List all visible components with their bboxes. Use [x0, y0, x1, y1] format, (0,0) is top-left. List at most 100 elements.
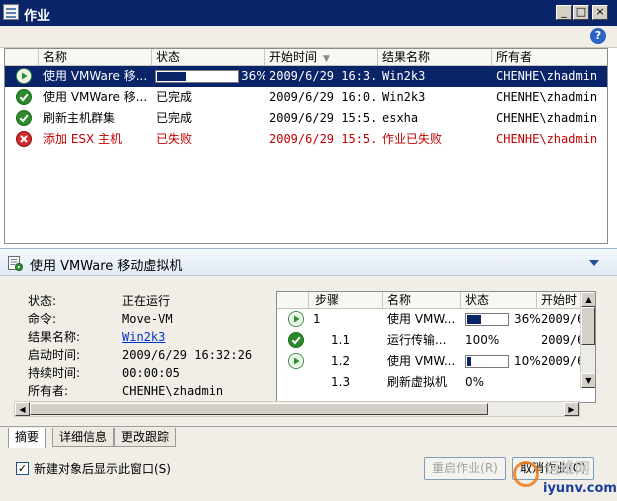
field-value-result-name-link[interactable]: Win2k3: [122, 328, 165, 346]
detail-header: 使用 VMWare 移动虚拟机: [0, 248, 617, 276]
step-number: 1.3: [331, 375, 351, 389]
column-header-status[interactable]: 状态: [152, 49, 265, 66]
show-window-checkbox[interactable]: ✓: [16, 462, 29, 475]
step-row[interactable]: 1 使用 VMW... 36% 2009/6,: [277, 309, 581, 330]
restart-job-button[interactable]: 重启作业(R): [424, 457, 506, 480]
toolbar-band: [0, 26, 617, 48]
step-number: 1.2: [331, 354, 351, 368]
field-value-start-time: 2009/6/29 16:32:26: [122, 348, 253, 362]
scroll-right-arrow-icon[interactable]: ▶: [564, 402, 579, 416]
job-result-name: esxha: [382, 111, 419, 125]
steps-header-start[interactable]: 开始时: [537, 292, 581, 309]
step-progress-bar: [465, 355, 509, 368]
horizontal-scrollbar[interactable]: ◀ ▶: [14, 401, 580, 417]
job-progress-bar: [155, 70, 239, 83]
job-result-name: Win2k3: [382, 69, 426, 83]
help-icon[interactable]: ?: [590, 28, 606, 44]
job-name: 使用 VMWare 移...: [43, 69, 148, 83]
step-name: 使用 VMW...: [387, 312, 456, 326]
watermark-logo-icon: [513, 461, 539, 487]
step-progress-bar: [465, 313, 509, 326]
field-value-command: Move-VM: [122, 312, 173, 326]
scroll-up-arrow-icon[interactable]: ▲: [581, 292, 595, 307]
step-row[interactable]: 1.1 运行传输... 100% 2009/6,: [277, 330, 581, 351]
job-start-time: 2009/6/29 16:0...: [269, 90, 378, 104]
field-value-owner: CHENHE\zhadmin: [122, 384, 224, 398]
step-name: 运行传输...: [387, 333, 447, 347]
job-start-time: 2009/6/29 15:5...: [269, 111, 378, 125]
minimize-button[interactable]: _: [556, 5, 572, 20]
step-number: 1.1: [331, 333, 351, 347]
success-check-icon: [16, 89, 32, 105]
field-label-owner: 所有者:: [28, 384, 69, 398]
job-row[interactable]: 使用 VMWare 移... 已完成 2009/6/29 16:0... Win…: [5, 87, 607, 108]
job-status: 已完成: [156, 111, 193, 125]
close-button[interactable]: ×: [592, 5, 608, 20]
step-status: 100%: [465, 333, 500, 347]
scroll-left-arrow-icon[interactable]: ◀: [15, 402, 30, 416]
error-x-icon: [16, 131, 32, 147]
step-row[interactable]: 1.3 刷新虚拟机 0%: [277, 372, 581, 393]
steps-header-icon[interactable]: [277, 292, 309, 309]
watermark-text-url: iyunv.com: [543, 481, 617, 496]
maximize-button[interactable]: □: [573, 5, 589, 20]
job-row[interactable]: 添加 ESX 主机 已失败 2009/6/29 15:5... 作业已失败 CH…: [5, 129, 607, 150]
collapse-chevron-icon[interactable]: [589, 260, 599, 266]
column-header-start-time-label: 开始时间: [269, 50, 318, 64]
field-value-status: 正在运行: [122, 294, 171, 308]
column-header-owner[interactable]: 所有者: [492, 49, 607, 66]
watermark-text-cn: 运维网: [545, 459, 591, 477]
job-start-time: 2009/6/29 16:3...: [269, 69, 378, 83]
tab-details[interactable]: 详细信息: [52, 428, 115, 447]
job-owner: CHENHE\zhadmin: [496, 90, 598, 104]
job-result-name: Win2k3: [382, 90, 426, 104]
step-start: 2009/6,: [541, 333, 581, 347]
step-status: 10%: [514, 354, 541, 368]
job-name: 刷新主机群集: [43, 111, 116, 125]
job-row[interactable]: 使用 VMWare 移... 36% 2009/6/29 16:3... Win…: [5, 66, 607, 87]
job-owner: CHENHE\zhadmin: [496, 69, 598, 83]
column-header-result-name[interactable]: 结果名称: [378, 49, 492, 66]
field-value-duration: 00:00:05: [122, 366, 180, 380]
column-header-icon[interactable]: [5, 49, 39, 66]
step-name: 刷新虚拟机: [387, 375, 448, 389]
steps-scroll-thumb[interactable]: [581, 307, 595, 345]
job-list: 名称 状态 开始时间 ▼ 结果名称 所有者 使用 VMWare 移... 36% …: [4, 48, 608, 244]
column-header-start-time[interactable]: 开始时间 ▼: [265, 49, 378, 66]
running-icon: [288, 353, 304, 369]
job-owner: CHENHE\zhadmin: [496, 111, 598, 125]
scroll-down-arrow-icon[interactable]: ▼: [581, 373, 595, 388]
step-name: 使用 VMW...: [387, 354, 456, 368]
step-status: 36%: [514, 312, 541, 326]
steps-header-name[interactable]: 名称: [383, 292, 461, 309]
job-result-name: 作业已失败: [382, 132, 443, 146]
step-row[interactable]: 1.2 使用 VMW... 10% 2009/6,: [277, 351, 581, 372]
detail-title: 使用 VMWare 移动虚拟机: [30, 259, 183, 274]
field-label-result-name: 结果名称:: [28, 330, 81, 344]
job-name: 添加 ESX 主机: [43, 132, 123, 146]
field-label-duration: 持续时间:: [28, 366, 81, 380]
step-progress-fill: [467, 315, 481, 324]
tab-change-tracking[interactable]: 更改跟踪: [114, 428, 177, 447]
steps-header-step[interactable]: 步骤: [309, 292, 383, 309]
job-row[interactable]: 刷新主机群集 已完成 2009/6/29 15:5... esxha CHENH…: [5, 108, 607, 129]
job-status: 已失败: [156, 132, 193, 146]
field-label-command: 命令:: [28, 312, 57, 326]
job-start-time: 2009/6/29 15:5...: [269, 132, 378, 146]
job-properties-icon: [7, 255, 23, 271]
watermark: 运维网 iyunv.com: [505, 455, 617, 501]
job-owner: CHENHE\zhadmin: [496, 132, 598, 146]
steps-vertical-scrollbar[interactable]: ▲ ▼: [580, 292, 595, 388]
job-progress-fill: [157, 72, 186, 81]
detail-tabs: 摘要 详细信息 更改跟踪: [0, 426, 617, 449]
tab-summary[interactable]: 摘要: [8, 428, 47, 449]
step-start: 2009/6,: [541, 312, 581, 326]
step-start: 2009/6,: [541, 354, 581, 368]
column-header-name[interactable]: 名称: [39, 49, 152, 66]
show-window-checkbox-label[interactable]: 新建对象后显示此窗口(S): [34, 460, 171, 477]
running-icon: [288, 311, 304, 327]
steps-header-status[interactable]: 状态: [461, 292, 537, 309]
horizontal-scroll-thumb[interactable]: [30, 403, 488, 415]
field-label-start-time: 启动时间:: [28, 348, 81, 362]
job-progress-text: 36%: [241, 69, 265, 83]
